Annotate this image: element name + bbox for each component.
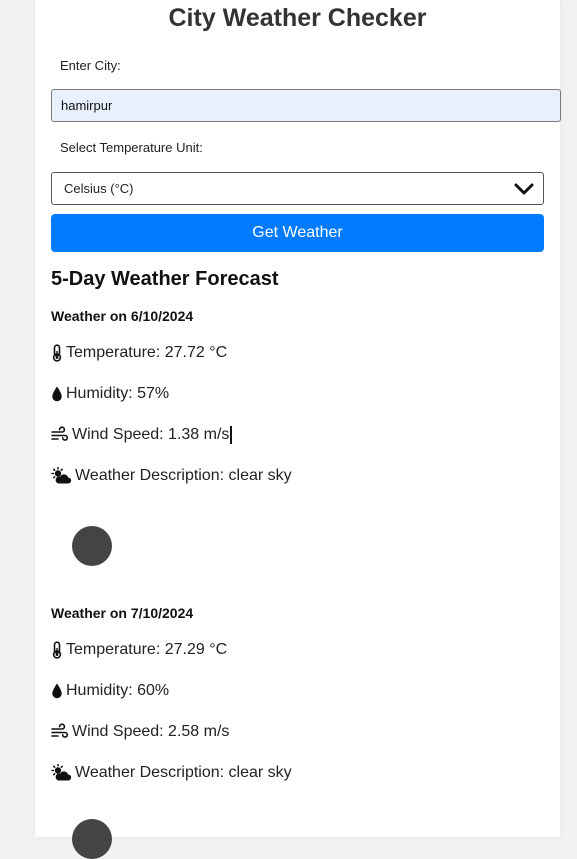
forecast-date: Weather on 7/10/2024 (51, 605, 194, 621)
temperature-row: Temperature: 27.29 °C (51, 640, 227, 660)
temperature-text: Temperature: 27.72 °C (66, 344, 228, 361)
wind-text: Wind Speed: 1.38 m/s (72, 426, 230, 443)
humidity-text: Humidity: 60% (66, 682, 170, 699)
weather-condition-icon (72, 819, 112, 859)
forecast-day: Weather on 7/10/2024 Temperature: 27.29 … (51, 604, 544, 859)
forecast-heading: 5-Day Weather Forecast (51, 268, 279, 290)
forecast-day: Weather on 6/10/2024 Temperature: 27.72 … (51, 307, 544, 597)
wind-text: Wind Speed: 2.58 m/s (72, 723, 230, 740)
droplet-icon (52, 386, 62, 402)
droplet-icon (52, 683, 62, 699)
wind-icon (51, 426, 69, 441)
city-label: Enter City: (60, 58, 121, 73)
wind-row: Wind Speed: 2.58 m/s (51, 722, 229, 742)
description-text: Weather Description: clear sky (75, 467, 292, 484)
humidity-row: Humidity: 60% (51, 681, 169, 701)
text-cursor (230, 426, 233, 444)
temperature-row: Temperature: 27.72 °C (51, 343, 227, 363)
description-row: Weather Description: clear sky (51, 466, 292, 486)
humidity-text: Humidity: 57% (66, 385, 170, 402)
page-title: City Weather Checker (168, 4, 427, 32)
thermometer-icon (52, 641, 62, 659)
get-weather-button[interactable]: Get Weather (51, 214, 544, 252)
weather-condition-icon (72, 526, 112, 566)
description-text: Weather Description: clear sky (75, 764, 292, 781)
temperature-text: Temperature: 27.29 °C (66, 641, 228, 658)
cloud-sun-icon (51, 467, 72, 484)
unit-label: Select Temperature Unit: (60, 140, 203, 155)
weather-card: City Weather Checker Enter City: Select … (35, 0, 561, 859)
wind-icon (51, 723, 69, 738)
unit-select[interactable]: Celsius (°C) (51, 172, 544, 205)
wind-row: Wind Speed: 1.38 m/s (51, 425, 233, 445)
description-row: Weather Description: clear sky (51, 763, 292, 783)
humidity-row: Humidity: 57% (51, 384, 169, 404)
chevron-down-icon (514, 183, 534, 195)
unit-selected-value: Celsius (°C) (64, 181, 134, 196)
thermometer-icon (52, 344, 62, 362)
forecast-date: Weather on 6/10/2024 (51, 308, 194, 324)
cloud-sun-icon (51, 764, 72, 781)
city-input[interactable] (51, 89, 561, 122)
